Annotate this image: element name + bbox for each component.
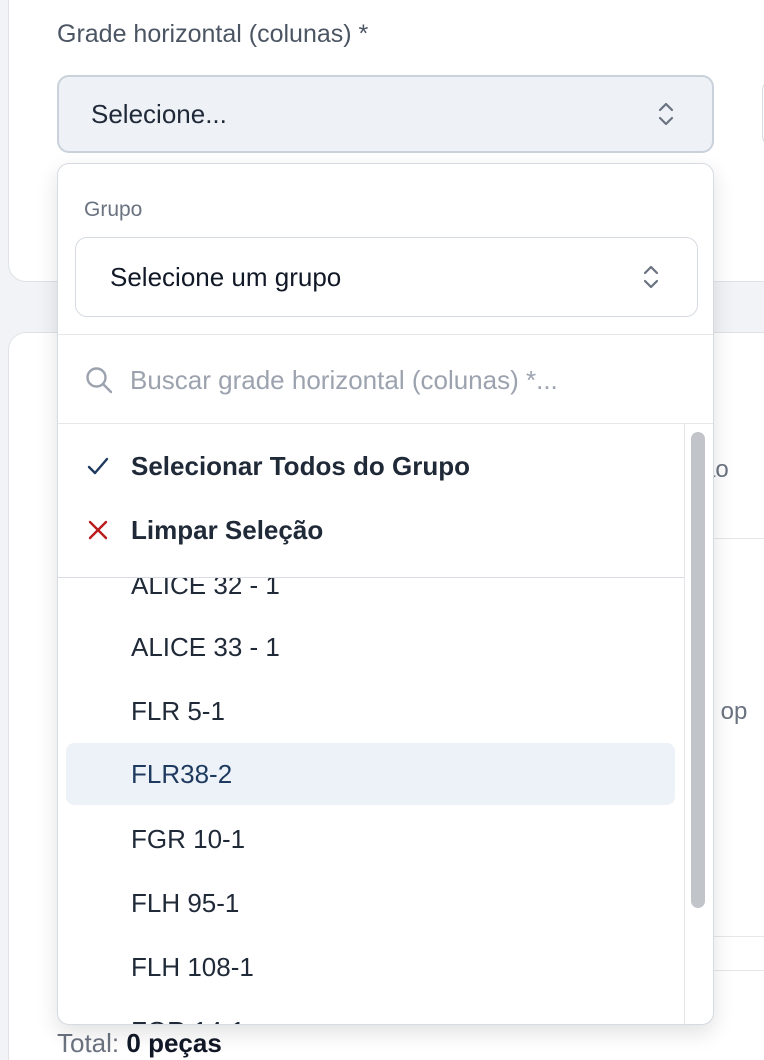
list-item[interactable]: FGR 10-1 <box>66 808 675 870</box>
search-row <box>58 335 713 423</box>
grade-horizontal-select[interactable]: Selecione... <box>57 75 714 153</box>
list-item[interactable]: FLH 108-1 <box>66 936 675 998</box>
background-divider <box>714 538 764 539</box>
list-item[interactable]: ALICE 33 - 1 <box>66 616 675 678</box>
select-value: Selecione... <box>91 98 227 129</box>
field-label: Grade horizontal (colunas) * <box>57 20 369 48</box>
options-list: ALICE 32 - 1 ALICE 33 - 1 FLR 5-1 FLR38-… <box>58 578 684 1025</box>
grade-dropdown-panel: Grupo Selecione um grupo Selecionar Todo… <box>57 163 714 1025</box>
background-divider <box>714 970 764 971</box>
scrollbar-track <box>684 424 685 1024</box>
search-input[interactable] <box>130 355 690 405</box>
group-select[interactable]: Selecione um grupo <box>75 237 698 317</box>
list-item[interactable]: FLR 5-1 <box>66 680 675 742</box>
list-item[interactable]: FLR38-2 <box>66 743 675 805</box>
chevron-up-down-icon <box>658 102 674 126</box>
select-all-group-button[interactable]: Selecionar Todos do Grupo <box>58 436 684 496</box>
clear-selection-label: Limpar Seleção <box>131 514 324 545</box>
search-icon <box>86 367 113 394</box>
group-label: Grupo <box>84 198 143 221</box>
close-icon <box>88 520 108 540</box>
total-value: 0 peças <box>126 1028 222 1058</box>
list-item[interactable]: FLH 95-1 <box>66 872 675 934</box>
chevron-up-down-icon <box>643 265 659 289</box>
page: ção s op Grade horizontal (colunas) * Se… <box>0 0 764 1060</box>
scrollbar-thumb[interactable] <box>691 432 705 908</box>
total-label: Total: <box>57 1028 120 1058</box>
bulk-actions: Selecionar Todos do Grupo Limpar Seleção <box>58 424 684 577</box>
select-all-label: Selecionar Todos do Grupo <box>131 450 470 481</box>
check-icon <box>87 457 109 475</box>
total-summary: Total: 0 peças <box>57 1028 222 1059</box>
list-item[interactable]: ALICE 32 - 1 <box>66 578 675 616</box>
background-divider <box>714 936 764 937</box>
group-select-value: Selecione um grupo <box>110 261 342 292</box>
list-item[interactable]: FGR 14-1 <box>66 1000 675 1025</box>
clear-selection-button[interactable]: Limpar Seleção <box>58 500 684 560</box>
